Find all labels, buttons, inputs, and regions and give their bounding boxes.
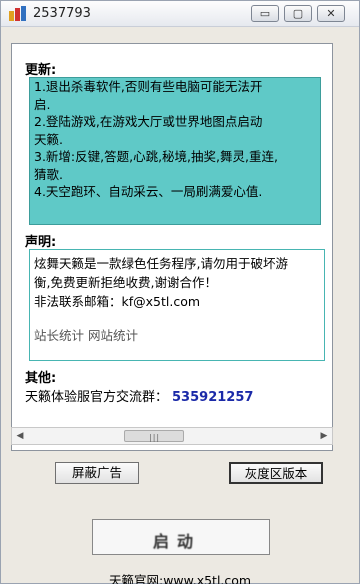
update-line: 4.天空跑环、自动采云、一局刷满爱心值. (34, 184, 263, 199)
stats-links[interactable]: 站长统计 网站统计 (34, 325, 320, 344)
window-title: 2537793 (33, 6, 91, 21)
minimize-icon: ▭ (259, 7, 271, 20)
qq-group-number: 535921257 (172, 390, 254, 405)
start-button[interactable]: 启动 (92, 519, 270, 555)
minimize-button[interactable]: ▭ (251, 5, 279, 22)
title-bar[interactable]: 2537793 ▭ ▢ ✕ (1, 1, 359, 27)
qq-group-line: 天籁体验服官方交流群： 535921257 (25, 386, 253, 405)
block-ads-button[interactable]: 屏蔽广告 (55, 462, 139, 484)
other-label: 其他: (25, 371, 57, 386)
start-button-label: 启动 (153, 532, 202, 551)
notice-box[interactable]: 炫舞天籁是一款绿色任务程序,请勿用于破坏游 衡,免费更新拒绝收费,谢谢合作！ 非… (29, 249, 325, 361)
update-line: 1.退出杀毒软件,否则有些电脑可能无法开 (34, 79, 263, 94)
gray-version-button[interactable]: 灰度区版本 (229, 462, 323, 484)
update-line: 2.登陆游戏,在游戏大厅或世界地图点启动 (34, 114, 263, 129)
notice-email: 非法联系邮箱：kf@x5tl.com (34, 294, 201, 309)
official-site-footer[interactable]: 天籁官网:www.x5tl.com (109, 570, 251, 584)
qq-group-label: 天籁体验服官方交流群： (25, 390, 169, 405)
scroll-thumb[interactable]: ||| (124, 430, 184, 442)
maximize-button[interactable]: ▢ (284, 5, 312, 22)
update-line: 天籁. (34, 131, 63, 147)
horizontal-scrollbar[interactable]: ◀ ||| ▶ (11, 427, 333, 445)
app-window: 2537793 ▭ ▢ ✕ 更新: 1.退出杀毒软件,否则有些电脑可能无法开 启… (0, 0, 360, 584)
update-label: 更新: (25, 63, 57, 78)
chevron-left-icon[interactable]: ◀ (12, 428, 28, 444)
update-box[interactable]: 1.退出杀毒软件,否则有些电脑可能无法开 启. 2.登陆游戏,在游戏大厅或世界地… (29, 77, 321, 225)
close-button[interactable]: ✕ (317, 5, 345, 22)
update-line: 3.新增:反键,答题,心跳,秘境,抽奖,舞灵,重连, (34, 149, 278, 164)
chevron-right-icon[interactable]: ▶ (316, 428, 332, 444)
update-line: 启. (34, 96, 51, 112)
close-icon: ✕ (326, 7, 336, 20)
app-icon (9, 6, 26, 21)
notice-line: 衡,免费更新拒绝收费,谢谢合作！ (34, 275, 217, 290)
notice-label: 声明: (25, 235, 57, 250)
update-line: 猜歌. (34, 166, 63, 182)
notice-line: 炫舞天籁是一款绿色任务程序,请勿用于破坏游 (34, 256, 288, 271)
maximize-icon: ▢ (292, 7, 304, 20)
